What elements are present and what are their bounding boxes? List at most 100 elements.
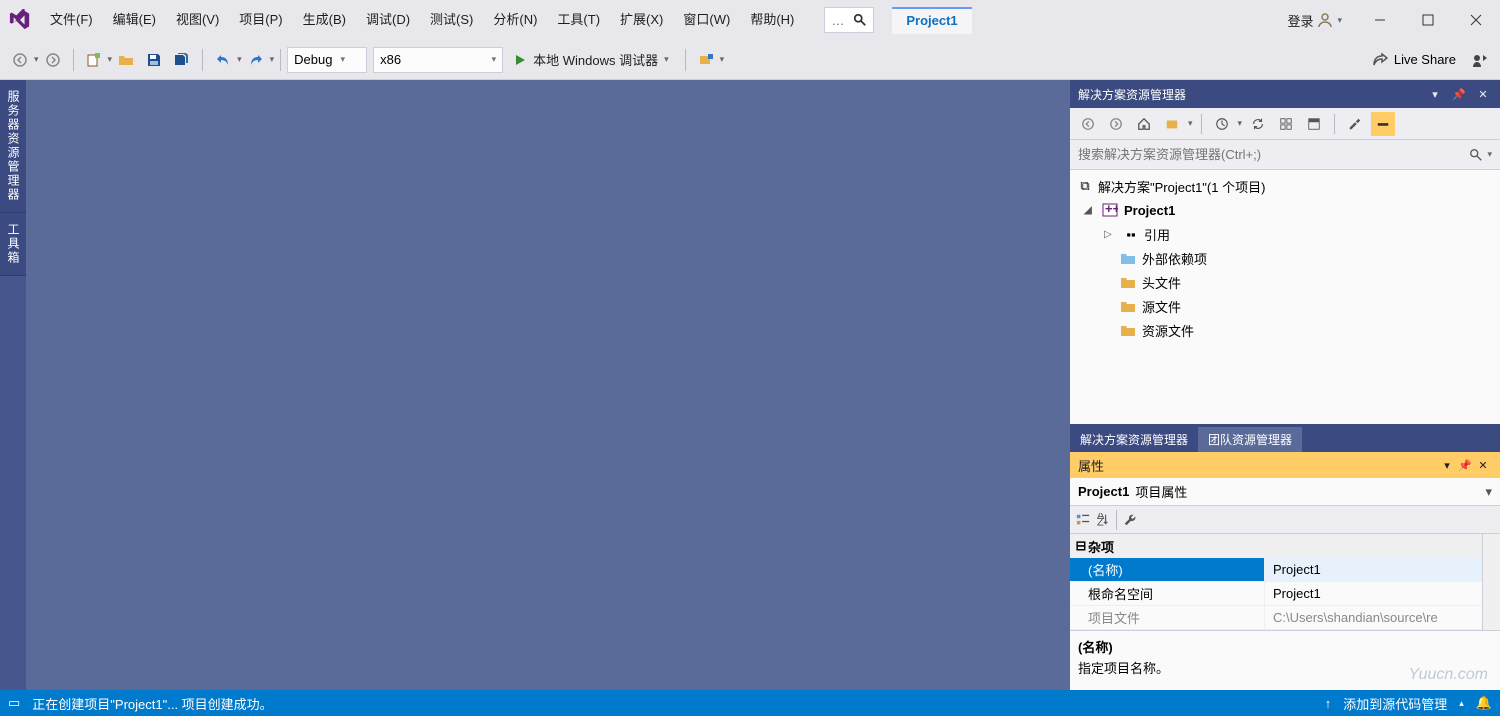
forward-button[interactable] <box>1104 112 1128 136</box>
separator <box>202 49 203 71</box>
tab-team-explorer[interactable]: 团队资源管理器 <box>1198 427 1302 452</box>
solution-tree[interactable]: ⧉ 解决方案"Project1"(1 个项目) ◢ ++ Project1 ▷ … <box>1070 170 1500 424</box>
play-icon <box>513 53 527 67</box>
panel-menu-icon[interactable]: ▾ <box>1438 456 1456 474</box>
open-button[interactable] <box>113 47 139 73</box>
menu-help[interactable]: 帮助(H) <box>740 0 804 40</box>
desc-title: (名称) <box>1078 637 1492 656</box>
menu-analyze[interactable]: 分析(N) <box>483 0 547 40</box>
tree-resources[interactable]: 资源文件 <box>1070 318 1500 342</box>
scm-arrow-icon: ↑ <box>1325 696 1332 711</box>
undo-button[interactable] <box>210 47 236 73</box>
config-combo[interactable]: Debug▾ <box>287 47 367 73</box>
category-label: 杂项 <box>1088 537 1114 556</box>
login-label: 登录 <box>1287 11 1313 30</box>
platform-combo[interactable]: x86▾ <box>373 47 503 73</box>
tree-label: 头文件 <box>1142 273 1181 292</box>
tree-solution-root[interactable]: ⧉ 解决方案"Project1"(1 个项目) <box>1070 174 1500 198</box>
close-button[interactable] <box>1456 0 1496 40</box>
separator <box>1116 510 1117 530</box>
menu-debug[interactable]: 调试(D) <box>356 0 420 40</box>
tab-solution-explorer[interactable]: 解决方案资源管理器 <box>1070 427 1198 452</box>
process-button[interactable] <box>693 47 719 73</box>
minimize-button[interactable] <box>1360 0 1400 40</box>
tree-sources[interactable]: 源文件 <box>1070 294 1500 318</box>
prop-key: 项目文件 <box>1070 606 1265 629</box>
properties-title: 属性 <box>1078 456 1438 475</box>
toolbox-tab[interactable]: 工具箱 <box>0 213 26 276</box>
property-row-name[interactable]: (名称) Project1 <box>1070 558 1482 582</box>
prop-value[interactable]: Project1 <box>1265 582 1482 605</box>
back-button[interactable] <box>1076 112 1100 136</box>
close-icon[interactable]: ✕ <box>1474 85 1492 103</box>
save-button[interactable] <box>141 47 167 73</box>
sync-icon[interactable] <box>1246 112 1270 136</box>
nav-forward-button[interactable] <box>40 47 66 73</box>
solution-folder-icon[interactable] <box>1160 112 1184 136</box>
property-category[interactable]: ⊟杂项 <box>1070 534 1482 558</box>
scm-button[interactable]: 添加到源代码管理 <box>1343 694 1447 713</box>
property-row-rootns[interactable]: 根命名空间 Project1 <box>1070 582 1482 606</box>
menu-tools[interactable]: 工具(T) <box>547 0 610 40</box>
platform-label: x86 <box>380 52 401 67</box>
tree-project[interactable]: ◢ ++ Project1 <box>1070 198 1500 222</box>
tree-headers[interactable]: 头文件 <box>1070 270 1500 294</box>
close-icon[interactable]: ✕ <box>1474 456 1492 474</box>
menu-extensions[interactable]: 扩展(X) <box>610 0 673 40</box>
tree-references[interactable]: ▷ ▪▪ 引用 <box>1070 222 1500 246</box>
highlight-icon[interactable] <box>1371 112 1395 136</box>
share-user-icon[interactable] <box>1467 47 1493 73</box>
alphabetical-icon[interactable]: AZ <box>1096 513 1110 527</box>
redo-button[interactable] <box>243 47 269 73</box>
maximize-button[interactable] <box>1408 0 1448 40</box>
save-all-button[interactable] <box>169 47 195 73</box>
menu-edit[interactable]: 编辑(E) <box>103 0 166 40</box>
solution-explorer-title: 解决方案资源管理器 <box>1078 86 1420 103</box>
panel-menu-icon[interactable]: ▾ <box>1426 85 1444 103</box>
quick-launch-input[interactable]: … <box>824 7 874 33</box>
collapse-icon[interactable]: ◢ <box>1084 205 1098 216</box>
nav-back-button[interactable] <box>7 47 33 73</box>
prop-value[interactable]: Project1 <box>1265 558 1482 581</box>
editor-area <box>26 80 1070 690</box>
menu-project[interactable]: 项目(P) <box>229 0 292 40</box>
separator <box>685 49 686 71</box>
menu-file[interactable]: 文件(F) <box>40 0 103 40</box>
wrench-icon[interactable] <box>1123 513 1137 527</box>
properties-icon[interactable] <box>1343 112 1367 136</box>
preview-icon[interactable] <box>1302 112 1326 136</box>
overflow-icon: … <box>831 13 844 28</box>
start-debug-button[interactable]: 本地 Windows 调试器 ▾ <box>503 47 679 73</box>
scrollbar[interactable] <box>1482 534 1500 630</box>
folder-icon <box>1120 251 1138 265</box>
tree-label: Project1 <box>1124 203 1175 218</box>
property-row-projectfile[interactable]: 项目文件 C:\Users\shandian\source\re <box>1070 606 1482 630</box>
project-title-tab[interactable]: Project1 <box>892 7 971 34</box>
categorized-icon[interactable] <box>1076 513 1090 527</box>
solution-search-input[interactable] <box>1078 141 1469 169</box>
new-project-button[interactable] <box>81 47 107 73</box>
pin-icon[interactable]: 📌 <box>1450 85 1468 103</box>
notifications-icon[interactable]: 🔔 <box>1476 695 1492 711</box>
tree-external-deps[interactable]: 外部依赖项 <box>1070 246 1500 270</box>
search-icon <box>853 13 867 27</box>
user-icon <box>1317 12 1333 28</box>
server-explorer-tab[interactable]: 服务器资源管理器 <box>0 80 26 213</box>
live-share-button[interactable]: Live Share <box>1362 52 1466 68</box>
menu-build[interactable]: 生成(B) <box>293 0 356 40</box>
login-button[interactable]: 登录 ▾ <box>1277 11 1352 30</box>
properties-subject-combo[interactable]: Project1 项目属性 ▾ <box>1070 478 1500 506</box>
expand-icon[interactable]: ▷ <box>1104 229 1118 240</box>
pin-icon[interactable]: 📌 <box>1456 456 1474 474</box>
menu-view[interactable]: 视图(V) <box>166 0 229 40</box>
home-button[interactable] <box>1132 112 1156 136</box>
show-all-icon[interactable] <box>1274 112 1298 136</box>
menu-test[interactable]: 测试(S) <box>420 0 483 40</box>
property-description: (名称) 指定项目名称。 <box>1070 630 1500 690</box>
references-icon: ▪▪ <box>1122 227 1140 242</box>
subject-type: 项目属性 <box>1135 482 1187 501</box>
share-icon <box>1372 52 1388 68</box>
history-icon[interactable] <box>1210 112 1234 136</box>
menu-window[interactable]: 窗口(W) <box>673 0 740 40</box>
folder-icon <box>1120 323 1138 337</box>
